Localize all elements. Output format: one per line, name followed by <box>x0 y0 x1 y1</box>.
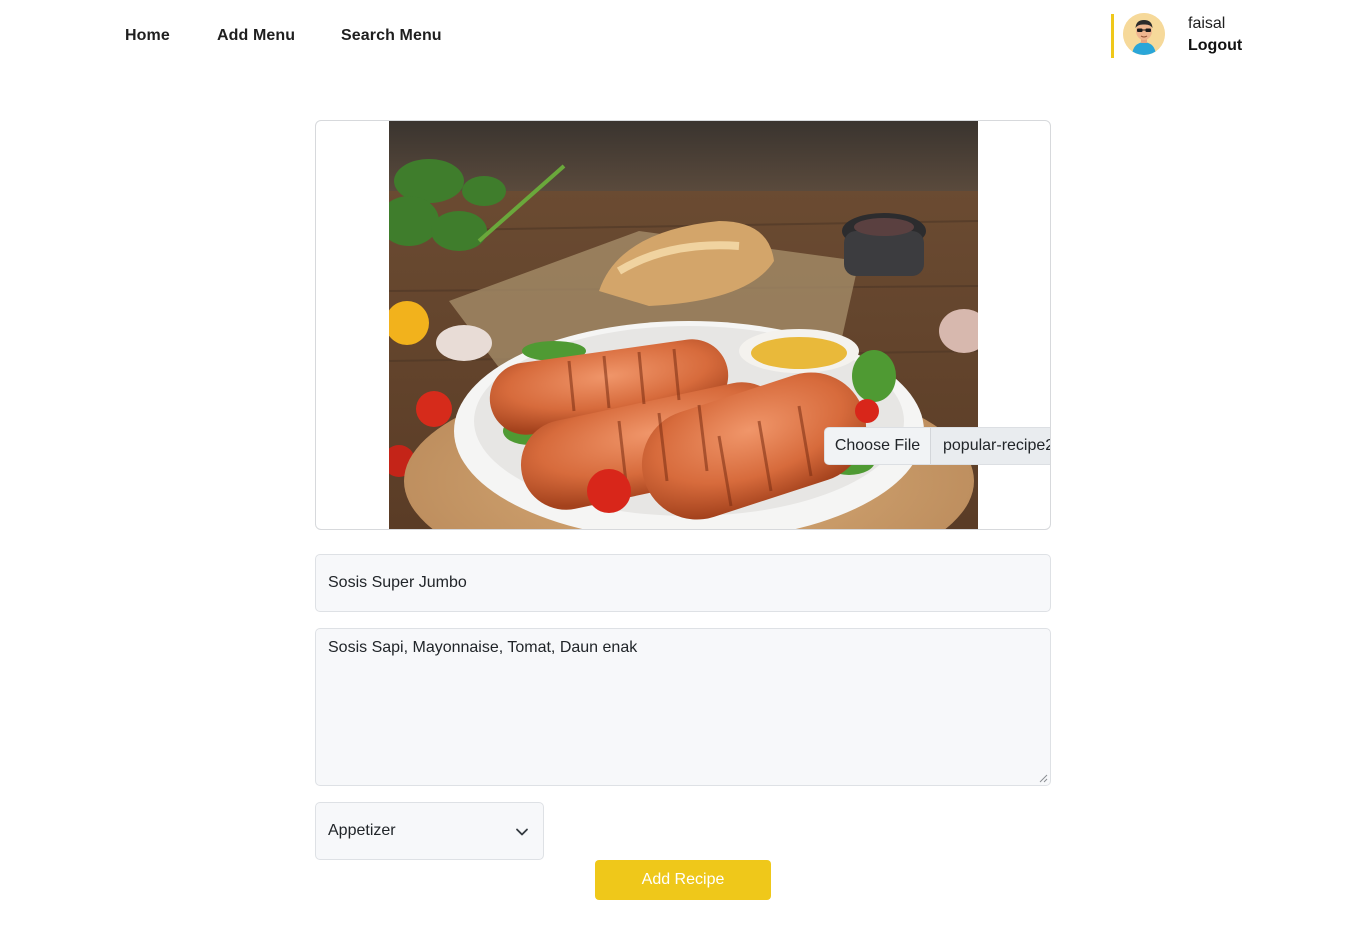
avatar[interactable] <box>1123 13 1165 55</box>
choose-file-button[interactable]: Choose File <box>825 428 931 464</box>
ingredients-value: Sosis Sapi, Mayonnaise, Tomat, Daun enak <box>328 639 638 656</box>
selected-file-name: popular-recipe2.jpg <box>931 428 1050 464</box>
nav-add-menu-link[interactable]: Add Menu <box>217 27 295 45</box>
resize-grip-icon[interactable] <box>1039 774 1048 783</box>
user-name: faisal <box>1188 15 1226 32</box>
logout-link[interactable]: Logout <box>1188 37 1242 55</box>
file-input[interactable]: Choose File popular-recipe2.jpg <box>824 427 1050 465</box>
category-select[interactable]: Appetizer <box>315 802 544 860</box>
nav-search-menu-link[interactable]: Search Menu <box>341 27 442 45</box>
recipe-title-value: Sosis Super Jumbo <box>328 574 467 591</box>
ingredients-textarea[interactable]: Sosis Sapi, Mayonnaise, Tomat, Daun enak <box>315 628 1051 786</box>
chevron-down-icon <box>516 828 528 836</box>
recipe-title-input[interactable]: Sosis Super Jumbo <box>315 554 1051 612</box>
nav-home-link[interactable]: Home <box>125 27 170 45</box>
add-recipe-button[interactable]: Add Recipe <box>595 860 771 900</box>
image-upload-card[interactable]: Choose File popular-recipe2.jpg <box>315 120 1051 530</box>
navbar: Home Add Menu Search Menu faisal Logout <box>0 0 1366 80</box>
user-panel: faisal Logout <box>1111 13 1242 58</box>
category-selected-value: Appetizer <box>328 822 396 839</box>
recipe-photo-preview <box>389 121 978 529</box>
